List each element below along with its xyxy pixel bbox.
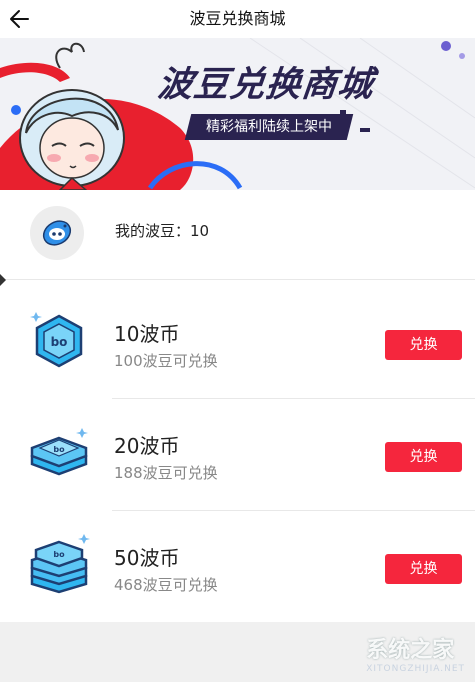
top-bar: 波豆兑换商城: [0, 0, 475, 38]
svg-text:bo: bo: [53, 445, 65, 454]
exchange-button[interactable]: 兑换: [385, 442, 462, 472]
list-item: bo 10波币 100波豆可兑换 兑换: [0, 286, 475, 398]
edge-marker: [0, 274, 6, 286]
svg-text:bo: bo: [51, 335, 68, 349]
item-name: 20波币: [114, 434, 180, 458]
footer-area: 系统之家 XITONGZHIJIA.NET: [0, 622, 475, 682]
balance-row: 我的波豆：10: [0, 190, 475, 280]
svg-text:bo: bo: [53, 550, 65, 559]
item-name: 50波币: [114, 546, 180, 570]
bean-balance: 我的波豆：10: [115, 222, 210, 240]
item-price: 468波豆可兑换: [114, 576, 218, 594]
banner-subtitle: 精彩福利陆续上架中: [184, 114, 354, 140]
coin-stack-3-icon: bo: [30, 534, 90, 594]
bean-avatar: [30, 206, 84, 260]
exchange-button[interactable]: 兑换: [385, 330, 462, 360]
promo-banner[interactable]: 波豆兑换商城 精彩福利陆续上架中: [0, 38, 475, 190]
item-price: 188波豆可兑换: [114, 464, 218, 482]
item-name: 10波币: [114, 322, 180, 346]
list-item: bo 20波币 188波豆可兑换 兑换: [0, 398, 475, 510]
page-title: 波豆兑换商城: [189, 9, 286, 28]
item-price: 100波豆可兑换: [114, 352, 218, 370]
list-item: bo 50波币 468波豆可兑换 兑换: [0, 510, 475, 622]
coin-stack-2-icon: bo: [30, 428, 88, 476]
exchange-button[interactable]: 兑换: [385, 554, 462, 584]
bean-icon: [42, 220, 72, 246]
watermark: 系统之家 XITONGZHIJIA.NET: [366, 638, 465, 674]
banner-title: 波豆兑换商城: [155, 65, 376, 105]
coin-stack-1-icon: bo: [30, 312, 83, 368]
